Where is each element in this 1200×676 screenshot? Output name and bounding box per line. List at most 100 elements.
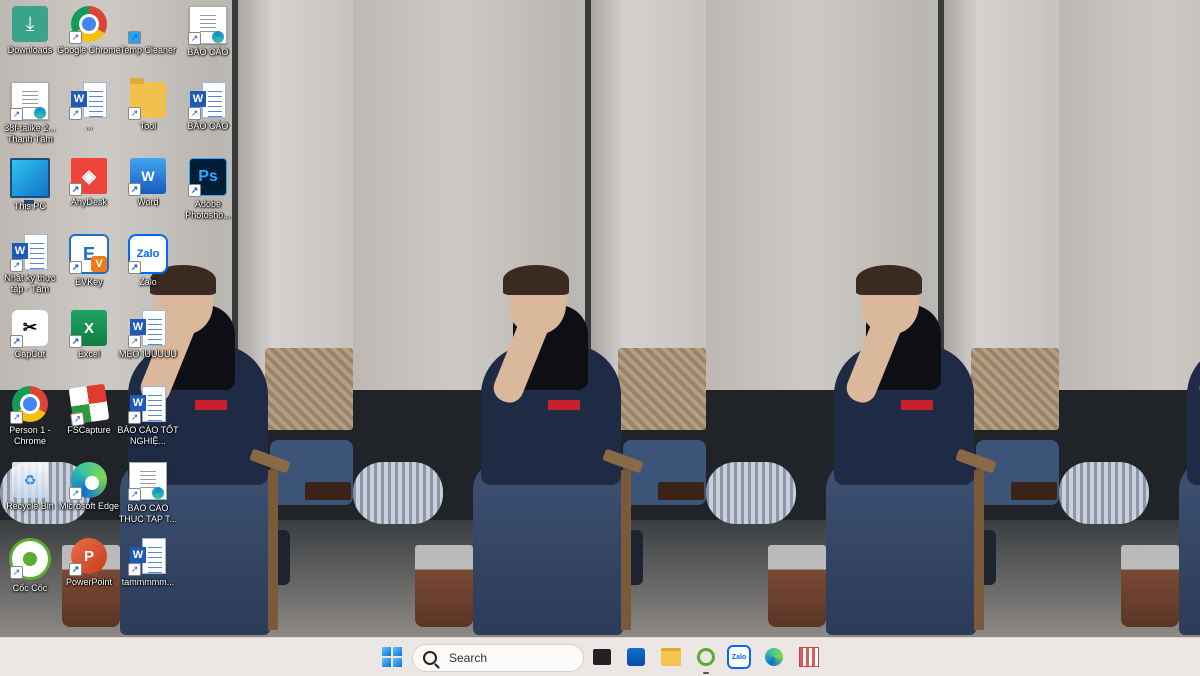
- desktop-icon-label: Adobe Photosho...: [185, 199, 231, 220]
- shortcut-arrow-icon: ↗: [10, 411, 23, 424]
- desktop-icon[interactable]: ↗ Person 1 - Chrome: [0, 384, 60, 460]
- desktop-icon[interactable]: X ↗ Excel: [59, 308, 119, 384]
- desktop-icon[interactable]: W ↗ BÁO CÁO: [178, 80, 238, 156]
- desktop-icon[interactable]: W ↗ Nhật ký thực tập - Tâm: [0, 232, 60, 308]
- shortcut-arrow-icon: ↗: [69, 183, 82, 196]
- document-edge-icon: ↗: [10, 82, 49, 121]
- task-view-button[interactable]: [590, 645, 614, 669]
- desktop-icon[interactable]: W ↗ tammmmm...: [118, 536, 178, 612]
- word-document-icon: W ↗: [128, 310, 166, 348]
- shortcut-arrow-icon: ↗: [70, 411, 85, 427]
- desktop-icon[interactable]: ↗ Tool: [118, 78, 178, 156]
- desktop-icon[interactable]: ◈ ↗ AnyDesk: [59, 156, 119, 232]
- word-document-icon: W ↗: [188, 82, 226, 120]
- desktop-icon[interactable]: W ↗ MẸO IUUUUU: [118, 308, 178, 384]
- desktop-icon-label: Recycle Bin: [6, 501, 54, 511]
- coccoc-icon: [697, 648, 715, 666]
- shortcut-arrow-icon: ↗: [69, 563, 82, 576]
- desktop-icon-label: Zalo: [139, 277, 157, 287]
- shortcut-arrow-icon: ↗: [188, 184, 201, 197]
- document-edge-icon: ↗: [128, 462, 167, 501]
- desktop-icon-label: EVKey: [75, 277, 103, 287]
- wallpaper-photo-panel: [353, 0, 706, 637]
- desktop-icon-label: 38f-tailke 2... Thanh Tâm: [4, 123, 56, 144]
- desktop-icon[interactable]: ♻ Recycle Bin: [0, 460, 60, 536]
- desktop-icon-label: Google Chrome: [57, 45, 121, 55]
- shortcut-arrow-icon: ↗: [188, 107, 201, 120]
- desktop-icon-label: PowerPoint: [65, 577, 113, 587]
- edge-icon: [765, 648, 783, 666]
- shortcut-arrow-icon: ↗: [10, 566, 23, 579]
- desktop-icon[interactable]: ↗ FSCapture: [59, 383, 119, 460]
- desktop-icon[interactable]: This PC: [0, 156, 60, 232]
- document-edge-icon: ↗: [188, 6, 227, 45]
- powerpoint-icon: P ↗: [69, 538, 107, 576]
- shortcut-arrow-icon: ↗: [128, 107, 141, 120]
- shortcut-arrow-icon: ↗: [128, 563, 141, 576]
- desktop-icon[interactable]: ⤓ Downloads: [0, 4, 60, 80]
- capcut-icon: ✂ ↗: [10, 310, 48, 348]
- desktop-icon[interactable]: ↗ Cốc Cốc: [0, 536, 60, 612]
- desktop-icon-label: AnyDesk: [70, 197, 107, 207]
- desktop-icon[interactable]: W ↗...: [59, 80, 119, 156]
- excel-icon: X ↗: [69, 310, 107, 348]
- shortcut-arrow-icon: ↗: [128, 411, 141, 424]
- photoshop-icon: Ps ↗: [188, 158, 227, 197]
- desktop-icon-label: Person 1 - Chrome: [9, 425, 51, 446]
- shortcut-arrow-icon: ↗: [69, 107, 82, 120]
- snipping-taskbar-button[interactable]: [797, 645, 821, 669]
- recycle-bin-icon: ♻: [12, 462, 48, 498]
- desktop-icon-label: CapCut: [14, 349, 46, 359]
- word-app-icon: W ↗: [128, 158, 166, 196]
- shortcut-arrow-icon: ↗: [128, 488, 141, 501]
- desktop-icon[interactable]: ↗ 38f-tailke 2... Thanh Tâm: [0, 80, 60, 156]
- desktop-icon-label: Microsoft Edge: [58, 501, 120, 511]
- desktop-icon[interactable]: W ↗ Word: [118, 156, 178, 232]
- desktop-icon[interactable]: E↗ EVKey: [59, 232, 119, 308]
- desktop-icon[interactable]: P ↗ PowerPoint: [59, 536, 119, 612]
- word-document-icon: W ↗: [69, 82, 107, 120]
- desktop-icon-label: ...: [85, 121, 93, 131]
- desktop-icon-label: Word: [137, 197, 159, 207]
- store-button[interactable]: [624, 645, 648, 669]
- evkey-icon: E ↗: [69, 234, 109, 274]
- search-icon: [423, 651, 437, 665]
- desktop-icon-label: Excel: [77, 349, 100, 359]
- coccoc-icon: ↗: [9, 538, 51, 580]
- store-icon: [627, 648, 645, 666]
- windows-cleaner-icon: ↗: [128, 6, 166, 44]
- search-input[interactable]: [447, 650, 571, 666]
- taskbar-search-box[interactable]: [412, 644, 584, 672]
- taskbar: Zalo: [0, 637, 1200, 676]
- word-document-icon: W ↗: [128, 386, 166, 424]
- word-document-icon: W ↗: [10, 234, 48, 272]
- edge-icon: ↗: [69, 462, 107, 500]
- wallpaper-photo-panel: [1059, 0, 1200, 637]
- desktop-icon[interactable]: ↗ Temp Cleaner: [118, 4, 178, 80]
- shortcut-arrow-icon: ↗: [69, 31, 82, 44]
- chrome-profile-icon: ↗: [10, 386, 48, 424]
- shortcut-arrow-icon: ↗: [69, 261, 82, 274]
- desktop-icon-label: BAO CAO THUC TAP T...: [118, 503, 178, 524]
- desktop-icon[interactable]: ↗ Microsoft Edge: [59, 460, 119, 536]
- fscapture-icon: ↗: [68, 383, 110, 427]
- zalo-taskbar-button[interactable]: Zalo: [727, 645, 751, 669]
- desktop-icon-label: Tool: [139, 121, 157, 131]
- shortcut-arrow-icon: ↗: [128, 261, 141, 274]
- desktop-icon-label: Downloads: [7, 45, 53, 55]
- desktop-icon[interactable]: Zalo ↗ Zalo: [118, 232, 178, 308]
- desktop-icon[interactable]: Ps ↗ Adobe Photosho...: [178, 156, 238, 232]
- file-explorer-button[interactable]: [659, 645, 683, 669]
- shortcut-arrow-icon: ↗: [10, 108, 23, 121]
- desktop-icon[interactable]: ↗ Google Chrome: [57, 4, 121, 80]
- desktop-icon[interactable]: W ↗ BÁO CÁO TỐT NGHIỆ...: [117, 384, 179, 460]
- file-explorer-icon: [661, 648, 681, 666]
- wallpaper-photo-panel: [706, 0, 1059, 637]
- desktop-icon[interactable]: ✂ ↗ CapCut: [0, 308, 60, 384]
- running-indicator: [703, 672, 709, 674]
- desktop-icon[interactable]: ↗ BÁO CÁO: [178, 4, 238, 80]
- windows-start-icon[interactable]: [382, 647, 402, 667]
- coccoc-taskbar-button[interactable]: [694, 645, 718, 674]
- edge-taskbar-button[interactable]: [762, 645, 786, 669]
- desktop-icon[interactable]: ↗ BAO CAO THUC TAP T...: [118, 460, 178, 536]
